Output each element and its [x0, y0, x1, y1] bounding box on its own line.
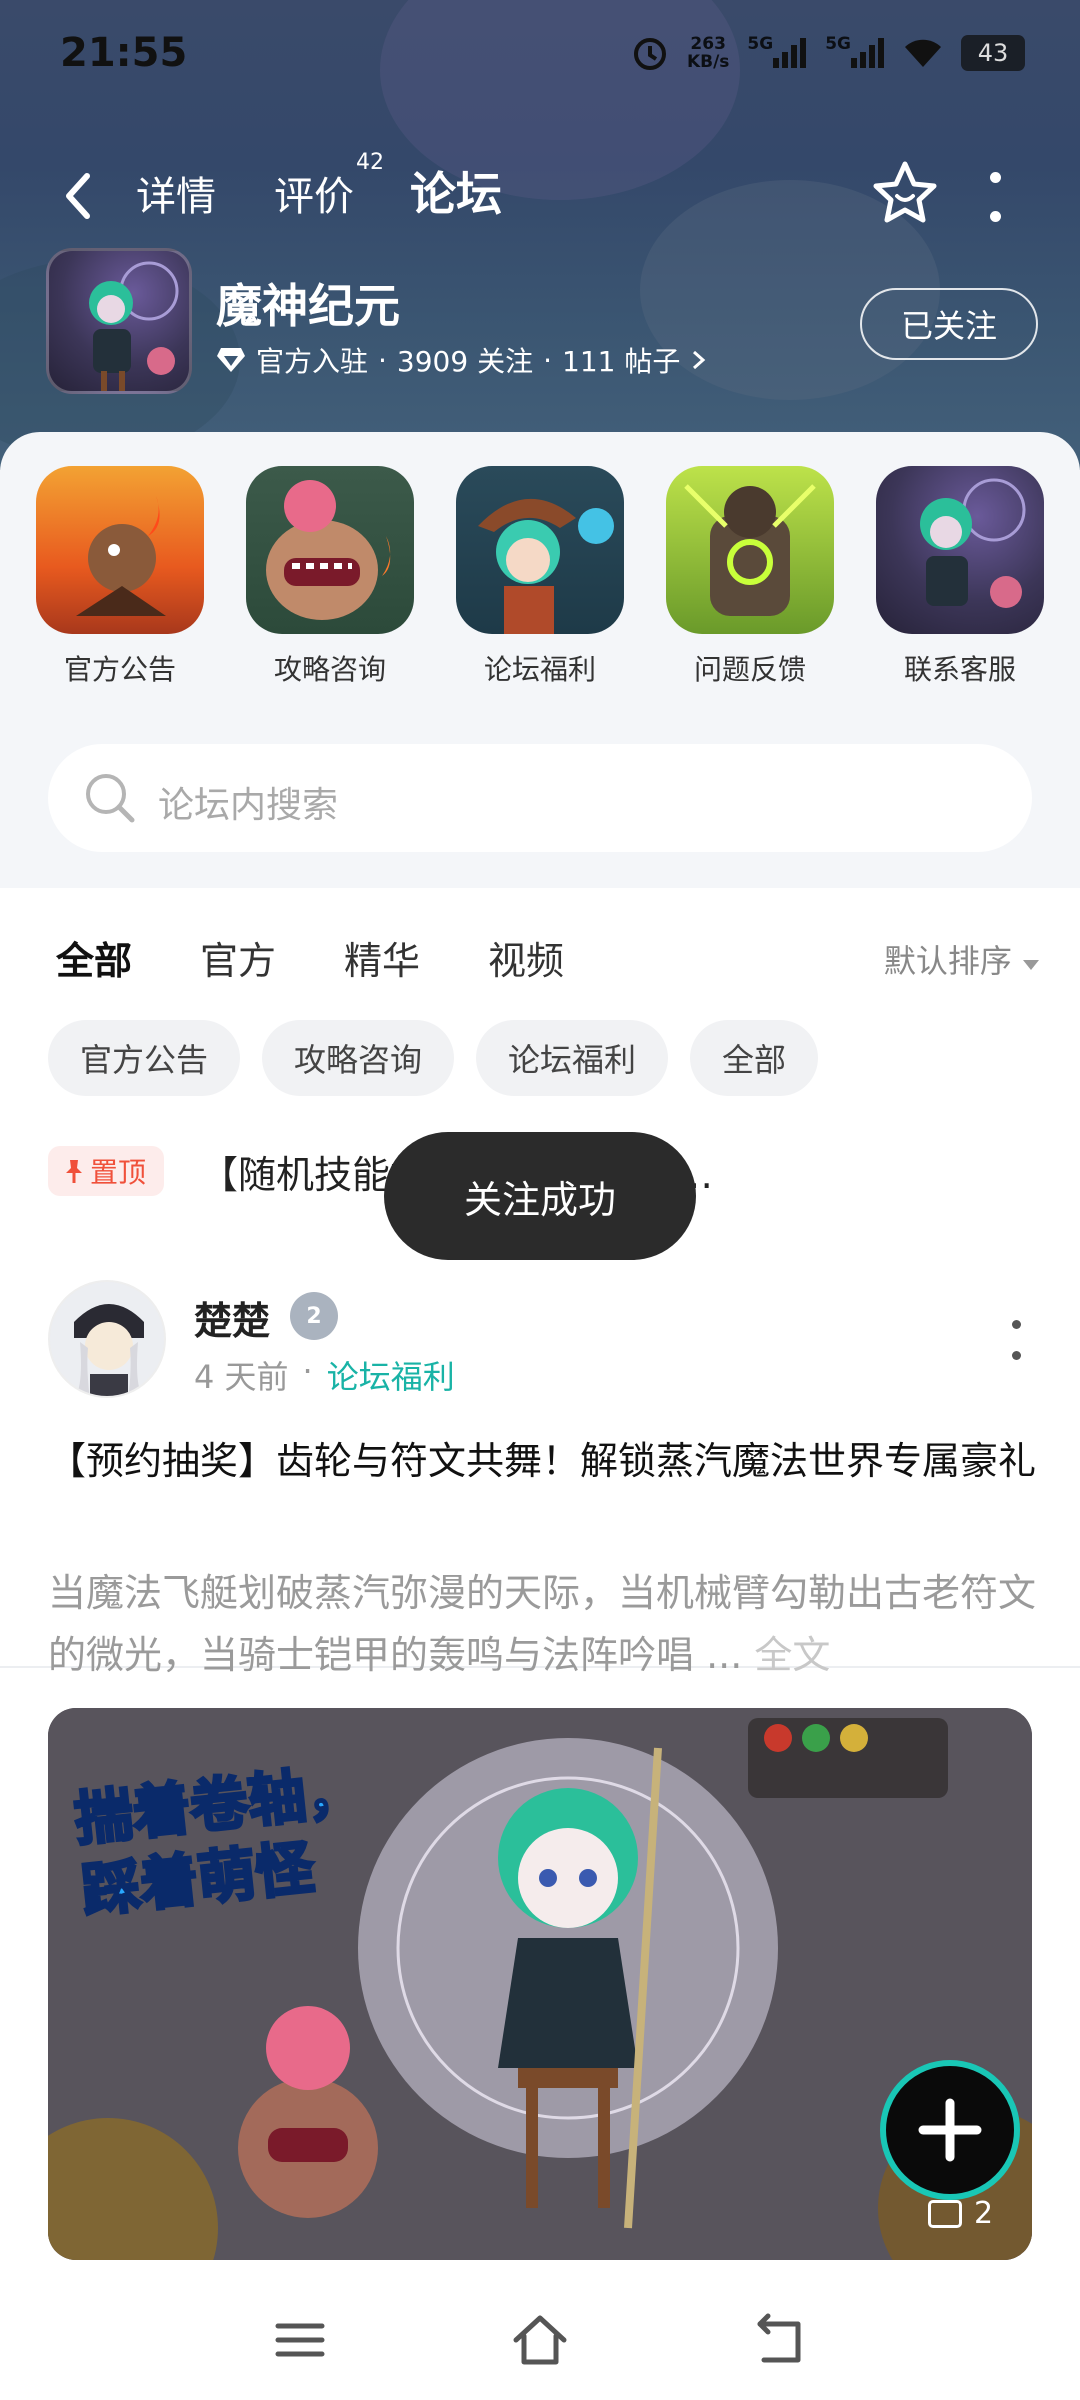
signal2-label: 5G — [825, 34, 851, 54]
author-name[interactable]: 楚楚 — [194, 1290, 270, 1345]
image-icon — [928, 2199, 962, 2228]
tab-review[interactable]: 评价 42 — [274, 150, 384, 222]
shortcut-forum-welfare[interactable]: 论坛福利 — [450, 466, 630, 688]
signal-5g-icon: 5G — [825, 34, 885, 72]
battery-indicator: 43 — [961, 35, 1025, 71]
back-button[interactable] — [55, 166, 105, 226]
chip-all[interactable]: 全部 — [690, 1020, 819, 1096]
net-speed: 263 KB/s — [687, 34, 729, 72]
shortcut-label: 联系客服 — [903, 653, 1016, 686]
tab-forum-label: 论坛 — [410, 167, 502, 221]
back-nav-icon[interactable] — [750, 2310, 810, 2370]
image-count-badge: 2 — [928, 2196, 993, 2231]
shortcut-customer-service[interactable]: 联系客服 — [870, 466, 1050, 688]
create-post-button[interactable] — [880, 2060, 1020, 2200]
meta-posts: 111 帖子 — [562, 345, 681, 378]
game-title: 魔神纪元 — [216, 279, 400, 333]
shortcut-label: 问题反馈 — [693, 653, 806, 686]
shortcut-strategy-consult[interactable]: 攻略咨询 — [240, 466, 420, 688]
alarm-icon — [631, 34, 669, 72]
search-icon — [86, 774, 135, 823]
feed-tab-all[interactable]: 全部 — [56, 930, 133, 989]
post-image[interactable]: 揣着卷轴，踩着萌怪 — [48, 1708, 1032, 2260]
welfare-art-icon — [456, 466, 624, 634]
post-excerpt[interactable]: 当魔法飞艇划破蒸汽弥漫的天际，当机械臂勾勒出古老符文的微光，当骑士铠甲的轰鸣与法… — [48, 1562, 1038, 1686]
pin-icon — [66, 1160, 82, 1183]
read-more-link[interactable]: 全文 — [754, 1633, 830, 1677]
game-info: 魔神纪元 官方入驻 · 3909 关注 · 111 帖子 已关注 — [46, 248, 1046, 398]
sort-label: 默认排序 — [883, 942, 1012, 980]
shortcut-label: 论坛福利 — [483, 653, 596, 686]
wifi-icon — [903, 34, 943, 72]
strategy-art-icon — [246, 466, 414, 634]
announcement-art-icon — [36, 466, 204, 634]
post-excerpt-text: 当魔法飞艇划破蒸汽弥漫的天际，当机械臂勾勒出古老符文的微光，当骑士铠甲的轰鸣与法… — [48, 1571, 1037, 1677]
more-options-icon[interactable] — [985, 172, 1005, 222]
forum-search-bar[interactable]: 论坛内搜索 — [48, 744, 1032, 852]
tab-forum[interactable]: 论坛 — [410, 158, 502, 228]
customer-service-art-icon — [876, 466, 1044, 634]
chip-strategy-consult[interactable]: 攻略咨询 — [262, 1020, 455, 1096]
sort-dropdown[interactable]: 默认排序 — [884, 936, 1040, 982]
meta-follows: 3909 关注 — [396, 345, 534, 378]
diamond-icon — [217, 348, 245, 372]
game-header: 21:55 263 KB/s 5G 5G 43 详情 评价 42 论坛 魔神纪元… — [0, 0, 1080, 470]
meta-separator: · — [543, 343, 552, 377]
net-speed-unit: KB/s — [686, 52, 730, 72]
game-meta[interactable]: 官方入驻 · 3909 关注 · 111 帖子 — [216, 340, 708, 380]
chip-official-announcement[interactable]: 官方公告 — [48, 1020, 241, 1096]
feed-tabs: 全部 官方 精华 视频 默认排序 — [0, 918, 1080, 998]
pinned-badge: 置顶 — [48, 1146, 165, 1196]
status-time: 21:55 — [60, 30, 188, 76]
post-board-link[interactable]: 论坛福利 — [327, 1352, 455, 1398]
follow-button[interactable]: 已关注 — [860, 288, 1038, 360]
author-avatar[interactable] — [48, 1280, 166, 1398]
meta-official: 官方入驻 — [256, 345, 369, 378]
tab-review-label: 评价 — [274, 174, 354, 220]
post-time: 4 天前 — [194, 1358, 289, 1396]
pinned-badge-label: 置顶 — [90, 1156, 147, 1189]
meta-separator: · — [378, 343, 387, 377]
caret-down-icon — [1023, 960, 1039, 970]
menu-icon[interactable] — [270, 2310, 330, 2370]
feed-tab-label: 精华 — [344, 939, 421, 983]
feed-tab-label: 官方 — [200, 939, 277, 983]
status-bar: 21:55 263 KB/s 5G 5G 43 — [0, 0, 1080, 110]
chevron-right-icon — [693, 350, 706, 370]
status-icons: 263 KB/s 5G 5G 43 — [631, 34, 1025, 72]
post-meta: 4 天前 · 论坛福利 — [194, 1352, 455, 1398]
user-level-badge: 2 — [290, 1292, 338, 1340]
toast-message: 关注成功 — [384, 1132, 696, 1260]
signal1-label: 5G — [747, 34, 774, 54]
post-title[interactable]: 【预约抽奖】齿轮与符文共舞！解锁蒸汽魔法世界专属豪礼 — [48, 1430, 1038, 1492]
feed-tab-essence[interactable]: 精华 — [344, 930, 420, 985]
tab-detail-label: 详情 — [136, 174, 216, 220]
shortcut-official-announcement[interactable]: 官方公告 — [30, 466, 210, 688]
review-count-badge: 42 — [356, 150, 384, 175]
feedback-art-icon — [666, 466, 834, 634]
signal-5g-icon: 5G — [747, 34, 807, 72]
category-chips: 官方公告 攻略咨询 论坛福利 全部 — [48, 1020, 819, 1100]
image-count-value: 2 — [974, 2196, 994, 2231]
shortcut-label: 攻略咨询 — [273, 653, 386, 686]
tab-detail[interactable]: 详情 — [136, 164, 216, 222]
game-avatar[interactable] — [46, 248, 192, 394]
meta-separator: · — [302, 1352, 313, 1390]
feed-tab-video[interactable]: 视频 — [488, 930, 564, 985]
chip-forum-welfare[interactable]: 论坛福利 — [476, 1020, 669, 1096]
system-nav-bar — [0, 2280, 1080, 2400]
forum-shortcuts: 官方公告 攻略咨询 论坛福利 问题反馈 联系客服 — [0, 466, 1080, 696]
search-placeholder: 论坛内搜索 — [158, 785, 339, 826]
net-speed-value: 263 — [690, 34, 726, 54]
feed-tab-label: 视频 — [488, 939, 565, 983]
feed-tab-label: 全部 — [56, 939, 133, 983]
favorite-star-icon[interactable] — [870, 158, 940, 228]
shortcut-feedback[interactable]: 问题反馈 — [660, 466, 840, 688]
top-nav: 详情 评价 42 论坛 — [0, 150, 1080, 240]
home-icon[interactable] — [510, 2310, 570, 2370]
feed-tab-official[interactable]: 官方 — [200, 930, 276, 985]
plus-icon — [918, 2098, 982, 2162]
post-more-icon[interactable] — [1006, 1320, 1026, 1360]
shortcut-label: 官方公告 — [63, 653, 176, 686]
